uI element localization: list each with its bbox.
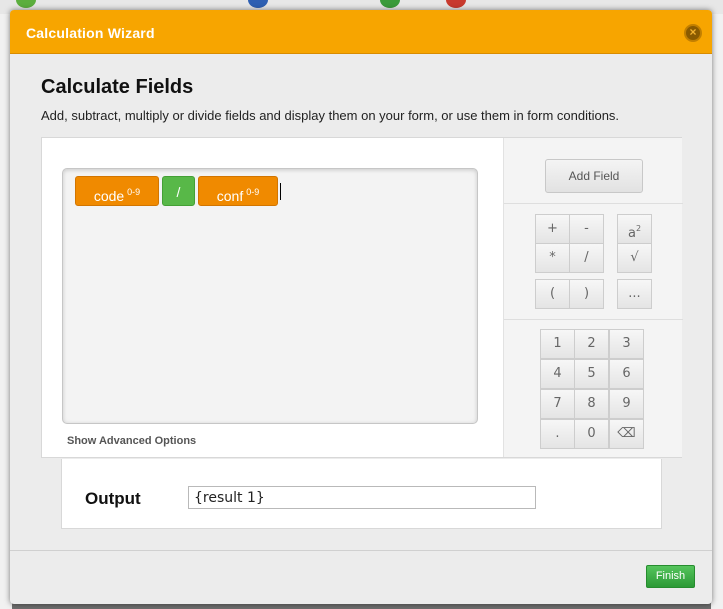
- page-title: Calculate Fields: [41, 76, 194, 98]
- add-field-button[interactable]: Add Field: [545, 159, 643, 193]
- close-button[interactable]: ×: [684, 24, 702, 42]
- calculation-wizard-dialog: Calculation Wizard × Calculate Fields Ad…: [10, 10, 712, 604]
- show-advanced-options-link[interactable]: Show Advanced Options: [67, 435, 196, 447]
- operator-chip-divide[interactable]: /: [162, 176, 195, 206]
- divide-key[interactable]: /: [569, 243, 604, 273]
- sqrt-key[interactable]: √: [617, 243, 652, 273]
- close-paren-key[interactable]: ): [569, 279, 604, 309]
- calculation-panel: code 0-9 / conf 0-9 Show Advanced Options …: [41, 137, 683, 458]
- minus-key[interactable]: -: [569, 214, 604, 244]
- power-key[interactable]: a2: [617, 214, 652, 244]
- dialog-title: Calculation Wizard: [26, 25, 155, 41]
- digit-7-key[interactable]: 7: [540, 389, 575, 419]
- divider: [504, 319, 683, 320]
- backspace-icon: ⌫: [617, 426, 636, 441]
- page-description: Add, subtract, multiply or divide fields…: [41, 108, 620, 123]
- digit-8-key[interactable]: 8: [574, 389, 609, 419]
- background-panel: [711, 14, 723, 609]
- field-chip-badge: 0-9: [246, 187, 260, 197]
- digit-5-key[interactable]: 5: [574, 359, 609, 389]
- field-chip-conf[interactable]: conf 0-9: [198, 176, 278, 206]
- digit-1-key[interactable]: 1: [540, 329, 575, 359]
- digit-2-key[interactable]: 2: [574, 329, 609, 359]
- calculator-sidebar: Add Field + - a2 * / √ ( ) ... 1 2 3 4 5…: [503, 138, 683, 457]
- background-icon: [248, 0, 268, 8]
- output-section: Output: [61, 459, 662, 529]
- output-field[interactable]: [188, 486, 536, 509]
- background-icon: [446, 0, 466, 8]
- digit-3-key[interactable]: 3: [609, 329, 644, 359]
- more-functions-key[interactable]: ...: [617, 279, 652, 309]
- divider: [504, 203, 683, 204]
- digit-9-key[interactable]: 9: [609, 389, 644, 419]
- field-chip-badge: 0-9: [127, 187, 141, 197]
- text-caret: [280, 183, 281, 200]
- output-label: Output: [85, 489, 141, 508]
- background-icon: [16, 0, 36, 8]
- dialog-header: Calculation Wizard ×: [10, 10, 712, 54]
- finish-button[interactable]: Finish: [646, 565, 695, 588]
- power-base: a: [627, 226, 636, 241]
- decimal-key[interactable]: .: [540, 419, 575, 449]
- field-chip-code[interactable]: code 0-9: [75, 176, 159, 206]
- backspace-key[interactable]: ⌫: [609, 419, 644, 449]
- digit-0-key[interactable]: 0: [574, 419, 609, 449]
- formula-editor[interactable]: code 0-9 / conf 0-9: [62, 168, 478, 424]
- digit-6-key[interactable]: 6: [609, 359, 644, 389]
- field-chip-label: conf: [216, 188, 244, 204]
- multiply-key[interactable]: *: [535, 243, 570, 273]
- open-paren-key[interactable]: (: [535, 279, 570, 309]
- plus-key[interactable]: +: [535, 214, 570, 244]
- field-chip-label: code: [93, 188, 125, 204]
- digit-4-key[interactable]: 4: [540, 359, 575, 389]
- power-exponent: 2: [635, 224, 642, 233]
- footer-divider: [10, 550, 712, 551]
- background-icon: [380, 0, 400, 8]
